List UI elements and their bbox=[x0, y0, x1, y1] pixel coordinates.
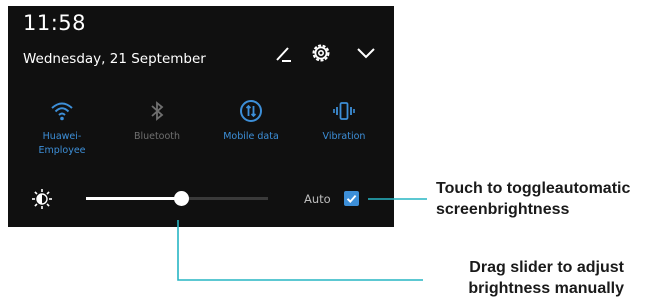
toggle-wifi-label-line1: Huawei- bbox=[42, 131, 82, 142]
slider-callout-line bbox=[177, 220, 423, 281]
toggle-vibration-label: Vibration bbox=[322, 131, 366, 142]
status-time: 11:58 bbox=[23, 11, 87, 35]
auto-callout-text: Touch to toggleautomatic screenbrightnes… bbox=[436, 178, 630, 220]
screenshot-stage: 11:58 Wednesday, 21 September Huawei- Em… bbox=[0, 0, 659, 302]
toggle-bluetooth[interactable]: Bluetooth bbox=[119, 90, 195, 170]
slider-callout-line1: Drag slider to adjust bbox=[469, 259, 624, 276]
vibration-icon bbox=[333, 102, 355, 120]
brightness-slider-thumb[interactable] bbox=[173, 191, 189, 206]
bluetooth-icon bbox=[151, 101, 164, 121]
edit-icon[interactable] bbox=[270, 40, 296, 66]
brightness-sun-icon bbox=[32, 189, 52, 209]
toggle-wifi-label-line2: Employee bbox=[38, 145, 86, 156]
toggle-bluetooth-label: Bluetooth bbox=[133, 131, 181, 142]
notification-panel: 11:58 Wednesday, 21 September Huawei- Em… bbox=[8, 6, 394, 227]
brightness-slider-fill bbox=[86, 197, 181, 200]
chevron-down-icon[interactable] bbox=[353, 40, 379, 66]
toggle-mobile-data-label: Mobile data bbox=[223, 131, 279, 142]
mobile-data-icon bbox=[240, 100, 262, 122]
checkmark-icon bbox=[346, 194, 357, 203]
slider-callout-text: Drag slider to adjust brightness manuall… bbox=[420, 257, 624, 299]
brightness-slider[interactable] bbox=[86, 191, 268, 206]
auto-callout-line2: screenbrightness bbox=[436, 201, 570, 218]
auto-callout-line1: Touch to toggleautomatic bbox=[436, 180, 631, 197]
toggle-mobile-data[interactable]: Mobile data bbox=[213, 90, 289, 170]
auto-brightness-label: Auto bbox=[304, 192, 331, 206]
slider-callout-line2: brightness manually bbox=[468, 280, 624, 297]
auto-brightness-checkbox[interactable] bbox=[344, 191, 359, 206]
toggle-wifi[interactable]: Huawei- Employee bbox=[24, 90, 100, 170]
status-date: Wednesday, 21 September bbox=[23, 51, 206, 67]
wifi-icon bbox=[51, 102, 73, 121]
settings-gear-icon[interactable] bbox=[308, 40, 334, 66]
toggle-vibration[interactable]: Vibration bbox=[306, 90, 382, 170]
